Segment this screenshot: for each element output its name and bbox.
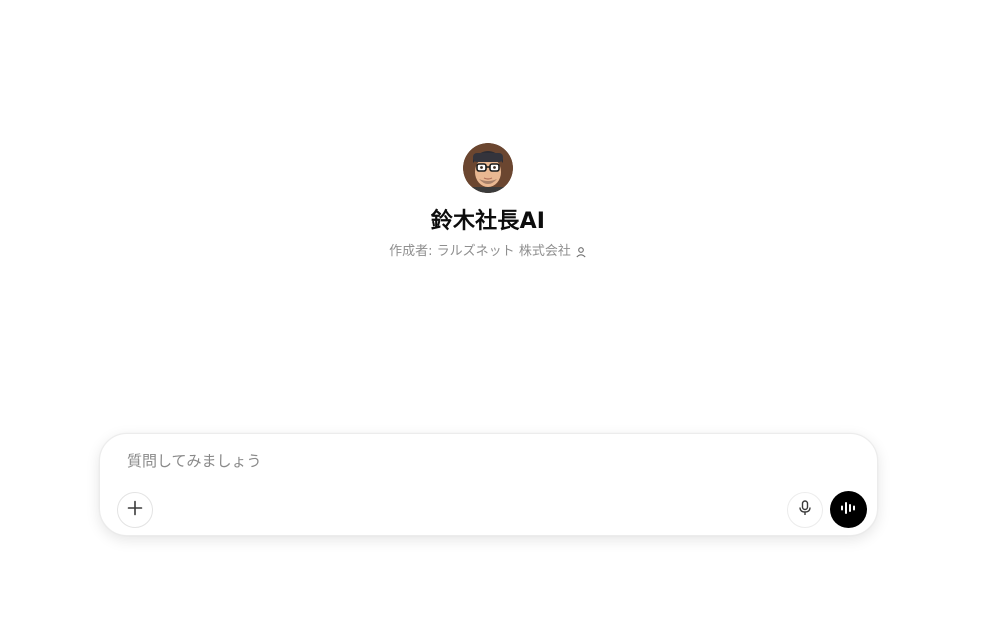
voice-waveform-icon	[840, 500, 858, 520]
message-composer	[99, 433, 878, 536]
voice-mode-button[interactable]	[830, 491, 867, 528]
chat-page: 鈴木社長AI 作成者: ラルズネット 株式会社	[0, 0, 1000, 630]
person-icon	[575, 246, 587, 258]
author-label: 作成者: ラルズネット 株式会社	[389, 244, 571, 259]
attach-button[interactable]	[117, 492, 153, 528]
gpt-avatar	[463, 143, 513, 193]
prompt-input[interactable]	[127, 449, 827, 473]
dictate-button[interactable]	[787, 492, 823, 528]
gpt-author-line[interactable]: 作成者: ラルズネット 株式会社	[389, 243, 587, 261]
gpt-profile: 鈴木社長AI 作成者: ラルズネット 株式会社	[0, 143, 976, 261]
plus-icon	[127, 500, 143, 520]
gpt-title: 鈴木社長AI	[430, 209, 546, 234]
avatar-image	[463, 143, 513, 193]
microphone-icon	[798, 500, 812, 520]
